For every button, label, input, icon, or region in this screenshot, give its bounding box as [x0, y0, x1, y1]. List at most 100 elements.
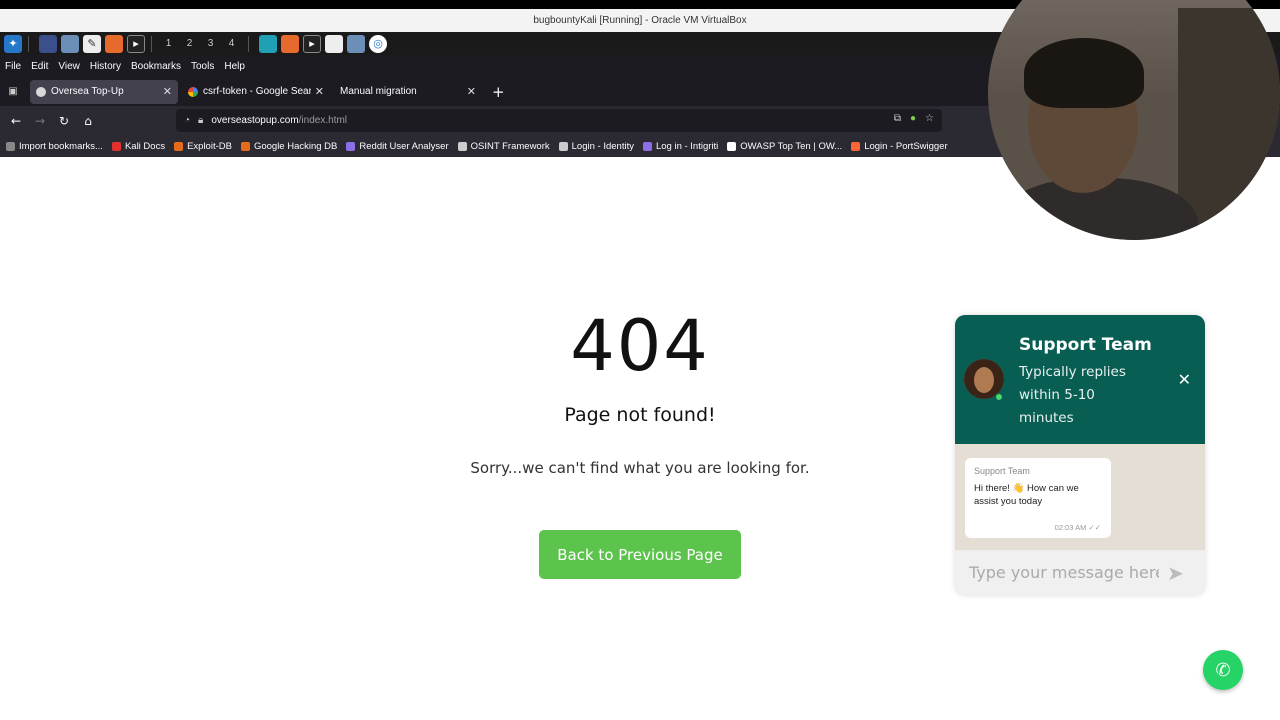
home-icon[interactable]: ⌂ [76, 114, 100, 128]
lock-icon[interactable]: 🔒︎ [198, 115, 203, 126]
tab-label: Manual migration [340, 86, 417, 97]
bookmark-label: OWASP Top Ten | OW... [740, 140, 843, 152]
message-time: 02:03 AM ✓✓ [1055, 523, 1101, 532]
message-sender: Support Team [974, 466, 1030, 476]
address-bar[interactable]: ◔ 🔒︎ overseastopup.com/index.html ⧉ ● ☆ [176, 109, 942, 132]
google-favicon-icon [188, 86, 198, 97]
back-to-previous-page-button[interactable]: Back to Previous Page [539, 530, 741, 579]
bookmark-google-hacking-db[interactable]: Google Hacking DB [240, 140, 338, 152]
tab-label: Oversea Top-Up [51, 86, 124, 97]
close-tab-icon[interactable]: ✕ [467, 85, 476, 98]
chat-input-row: ➤ [955, 550, 1205, 595]
menu-view[interactable]: View [58, 61, 80, 72]
close-tab-icon[interactable]: ✕ [315, 85, 324, 98]
bookmark-kali-docs[interactable]: Kali Docs [111, 140, 166, 152]
bookmark-intigriti[interactable]: Log in - Intigriti [642, 141, 718, 152]
terminal-launcher-icon[interactable]: ▸ [127, 34, 145, 53]
site-info-icon[interactable]: ◔ [184, 115, 190, 126]
close-chat-icon[interactable]: ✕ [1178, 370, 1191, 389]
workspace-4[interactable]: 4 [221, 38, 242, 49]
extension-icon[interactable]: ● [910, 113, 916, 124]
bookmark-osint-framework[interactable]: OSINT Framework [457, 141, 550, 152]
tab-manual-migration[interactable]: Manual migration ✕ [334, 80, 482, 104]
tab-oversea-topup[interactable]: Oversea Top-Up ✕ [30, 79, 178, 104]
webcam-person-hair-shape [1024, 38, 1144, 108]
menu-help[interactable]: Help [224, 61, 245, 72]
network-window-icon[interactable]: ◎ [369, 34, 387, 53]
intigriti-icon [642, 141, 652, 151]
taskbar-divider [28, 35, 29, 52]
menu-file[interactable]: File [5, 61, 21, 72]
webcam-overlay [988, 0, 1280, 240]
kali-docs-icon [111, 141, 121, 151]
read-receipt-icon: ✓✓ [1088, 523, 1101, 532]
taskbar-divider [248, 35, 249, 52]
bookmark-owasp[interactable]: OWASP Top Ten | OW... [727, 141, 842, 152]
workspace-1[interactable]: 1 [158, 38, 179, 49]
text-editor-icon[interactable]: ✎ [83, 34, 101, 53]
exploit-db-icon [174, 141, 184, 151]
chat-message-bubble: Support Team Hi there! 👋 How can we assi… [965, 458, 1111, 538]
chat-agent-name: Support Team [1019, 335, 1152, 355]
reload-icon[interactable]: ↻ [52, 114, 76, 128]
tab-list-icon[interactable]: ▣ [0, 82, 26, 102]
ghdb-icon [240, 141, 250, 151]
back-arrow-icon[interactable]: ← [4, 114, 28, 128]
bookmark-label: Kali Docs [124, 140, 166, 152]
avatar-face-shape [974, 367, 994, 393]
terminal-window-icon[interactable]: ▸ [303, 34, 321, 53]
menu-bookmarks[interactable]: Bookmarks [131, 61, 181, 72]
send-icon[interactable]: ➤ [1167, 561, 1184, 585]
bookmark-reddit-user-analyser[interactable]: Reddit User Analyser [346, 140, 449, 152]
tab-label: csrf-token - Google Searc [203, 86, 311, 97]
bookmark-label: Google Hacking DB [253, 140, 338, 152]
new-tab-icon[interactable]: + [492, 83, 505, 101]
taskbar-divider [151, 35, 152, 52]
message-timestamp: 02:03 AM [1054, 523, 1087, 532]
bookmark-login-identity[interactable]: Login - Identity [558, 140, 634, 152]
bookmark-label: Login - Identity [571, 140, 634, 152]
bookmark-star-icon[interactable]: ☆ [925, 113, 934, 124]
firefox-window-icon[interactable] [281, 34, 299, 53]
url-path: /index.html [298, 115, 348, 126]
bookmark-label: Reddit User Analyser [359, 140, 449, 152]
globe-icon [558, 141, 568, 151]
globe-icon [457, 141, 467, 151]
bookmark-import[interactable]: Import bookmarks... [6, 141, 103, 152]
firefox-launcher-icon[interactable] [105, 34, 123, 53]
bookmark-label: Exploit-DB [187, 140, 232, 152]
chat-header: Support Team Typically replies within 5-… [955, 315, 1205, 444]
burp-window-icon[interactable] [259, 34, 277, 53]
support-chat-widget: Support Team Typically replies within 5-… [955, 315, 1205, 595]
workspace-3[interactable]: 3 [200, 38, 221, 49]
forward-arrow-icon[interactable]: → [28, 114, 52, 128]
whatsapp-chat-button[interactable]: ✆ [1203, 650, 1243, 690]
page-content: 404 Page not found! Sorry...we can't fin… [0, 157, 1280, 720]
message-text: Hi there! 👋 How can we assist you today [974, 483, 1079, 507]
chat-reply-time: Typically replies within 5-10 minutes [1019, 364, 1126, 426]
portswigger-icon [851, 141, 861, 151]
translate-icon[interactable]: ⧉ [894, 113, 901, 124]
show-desktop-icon[interactable] [39, 34, 57, 53]
kali-menu-icon[interactable]: ✦ [4, 34, 22, 53]
bookmark-portswigger[interactable]: Login - PortSwigger [851, 140, 948, 152]
close-tab-icon[interactable]: ✕ [163, 85, 172, 98]
online-status-indicator [995, 393, 1003, 401]
menu-edit[interactable]: Edit [31, 61, 48, 72]
file-manager-icon[interactable] [61, 34, 79, 53]
menu-history[interactable]: History [90, 61, 121, 72]
tab-csrf-token-search[interactable]: csrf-token - Google Searc ✕ [182, 80, 330, 104]
url-host: overseastopup.com [211, 115, 299, 126]
workspace-2[interactable]: 2 [179, 38, 200, 49]
menu-tools[interactable]: Tools [191, 61, 214, 72]
bookmark-exploit-db[interactable]: Exploit-DB [174, 141, 232, 152]
owasp-icon [727, 141, 737, 151]
reddit-icon [346, 141, 356, 151]
chat-message-input[interactable] [969, 563, 1159, 582]
document-window-icon[interactable] [325, 34, 343, 53]
bookmark-label: Import bookmarks... [19, 140, 103, 152]
import-icon [6, 141, 15, 151]
bookmark-label: Login - PortSwigger [864, 140, 948, 152]
folder-window-icon[interactable] [347, 34, 365, 53]
webcam-shelf-shape [1178, 8, 1280, 228]
